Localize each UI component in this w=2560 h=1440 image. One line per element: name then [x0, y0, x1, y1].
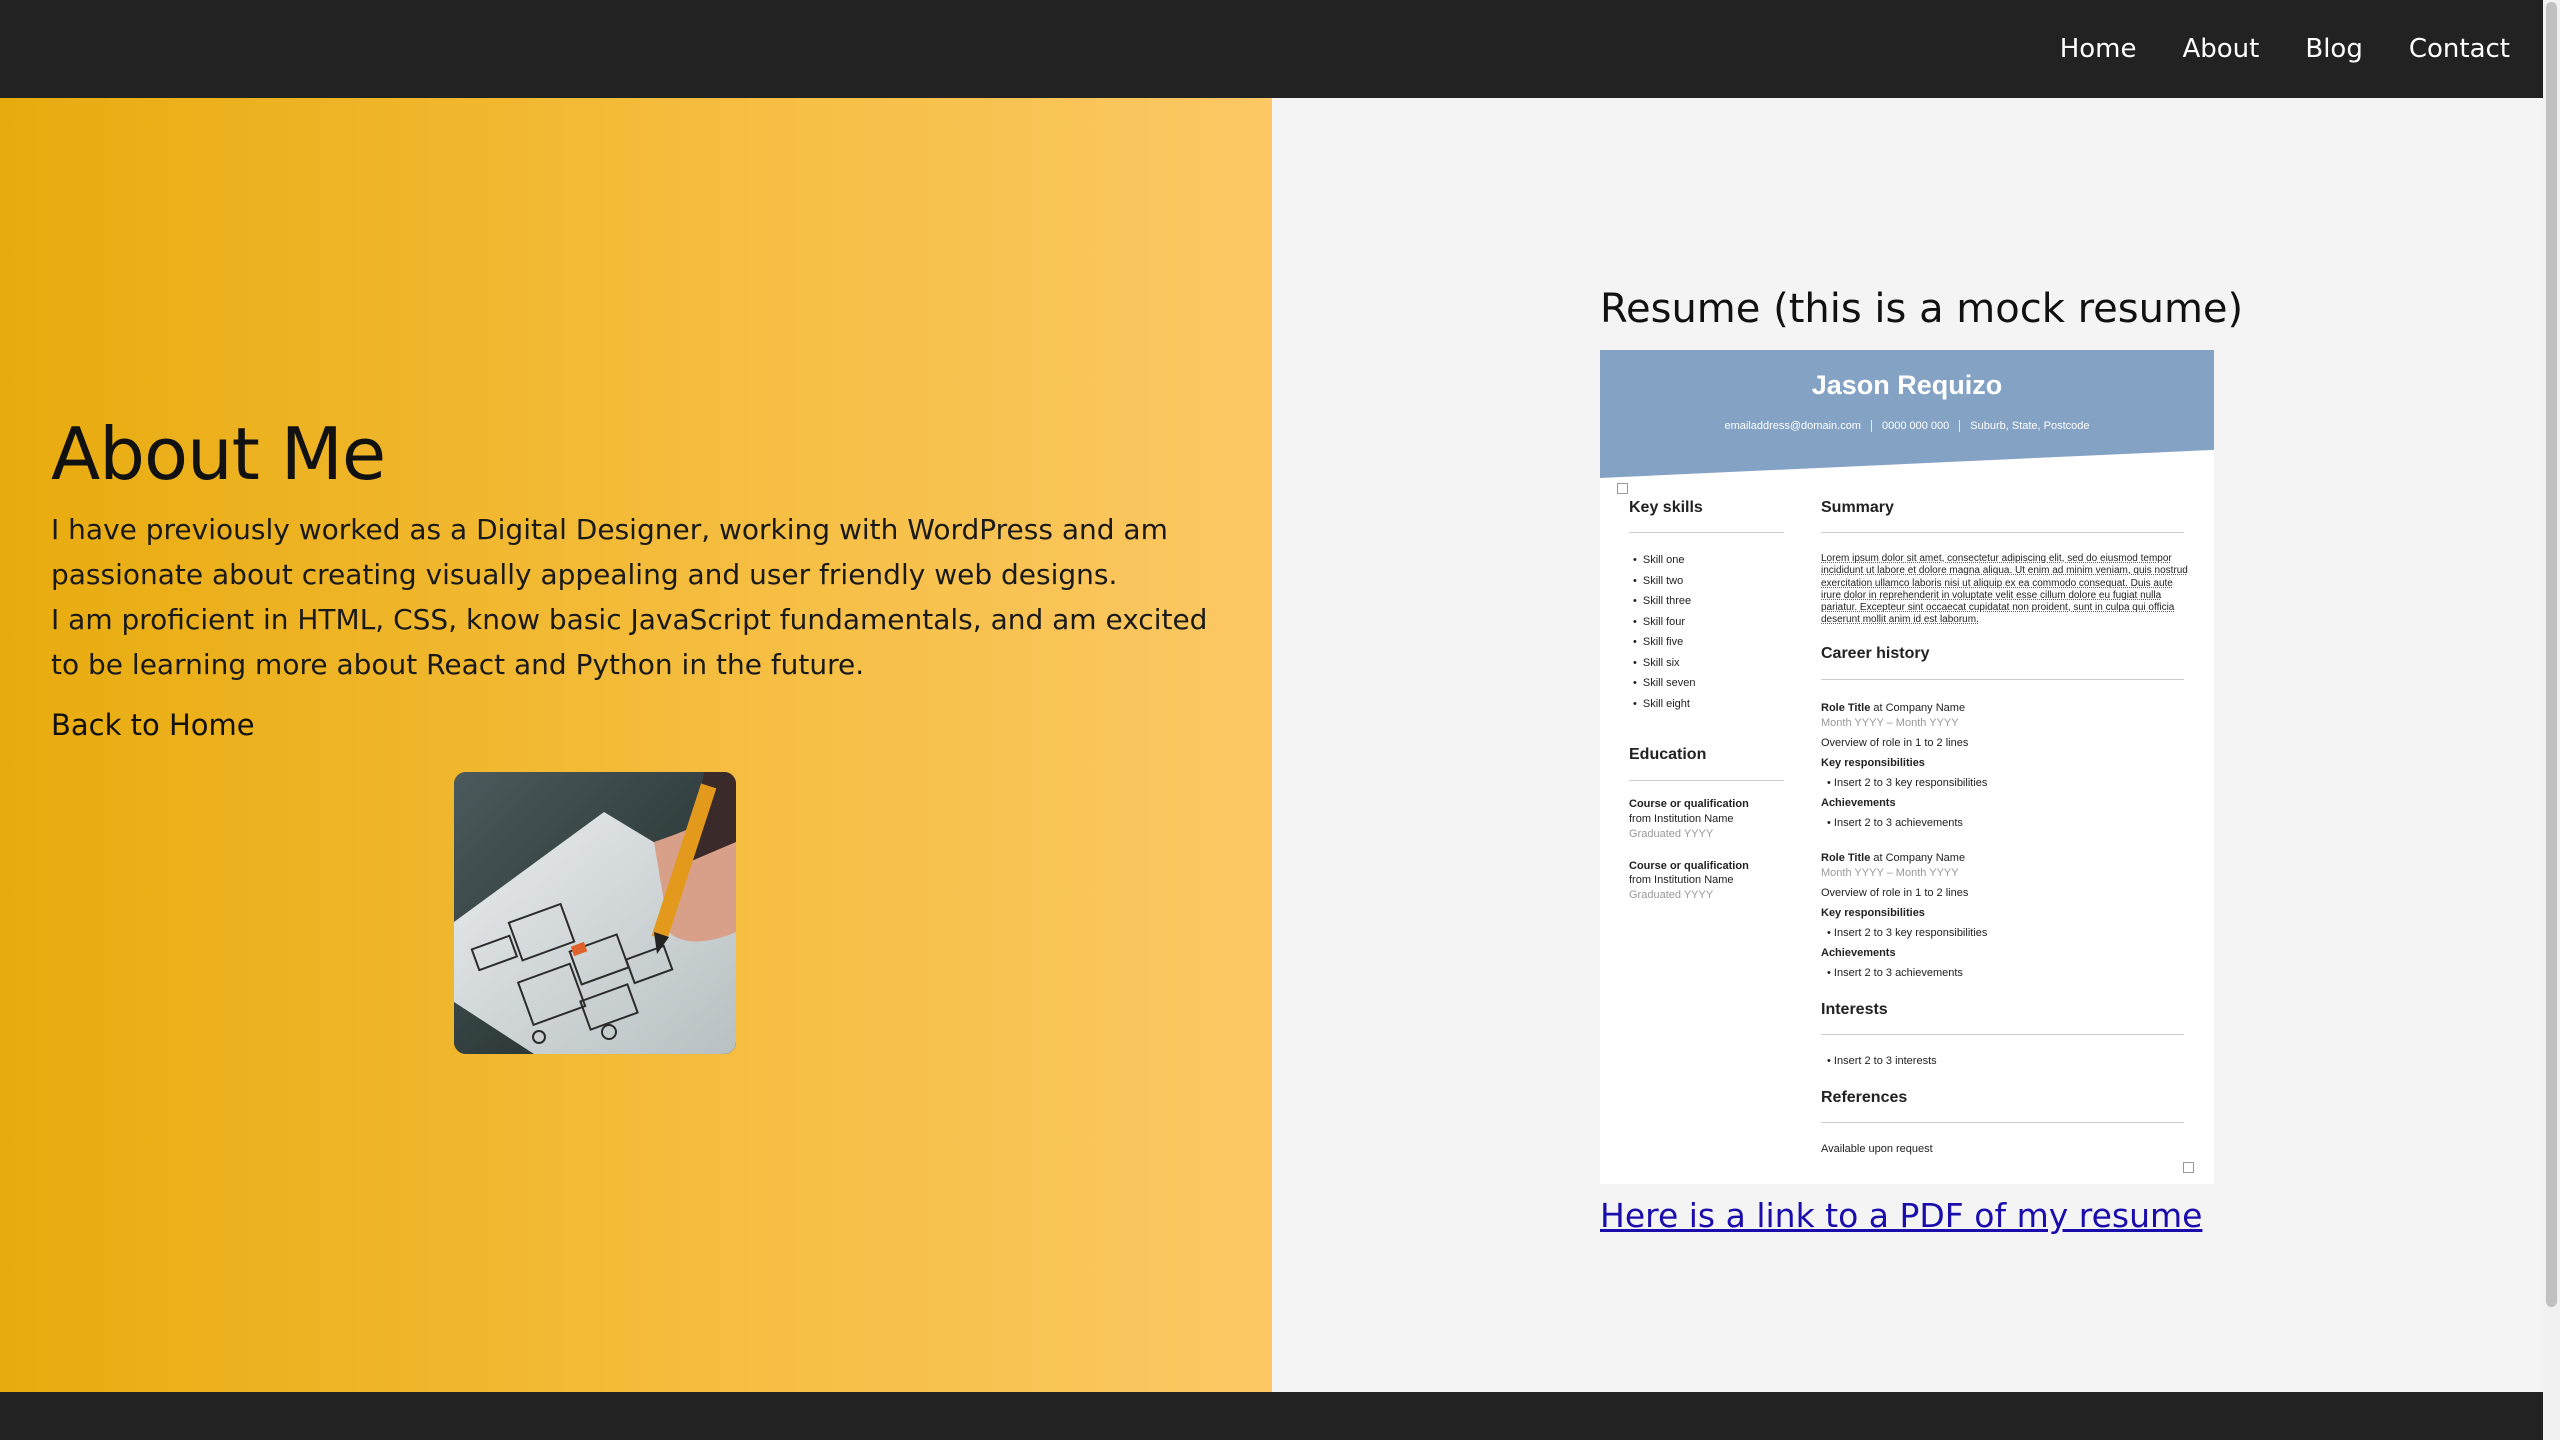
divider [1821, 532, 2184, 533]
role-1-dates: Month YYYY – Month YYYY [1821, 717, 1959, 729]
list-item: Skill two [1633, 571, 1695, 592]
role-1-responsibilities: • Insert 2 to 3 key responsibilities [1827, 777, 1988, 789]
role-1-achievements: • Insert 2 to 3 achievements [1827, 817, 1963, 829]
list-item: Skill three [1633, 591, 1695, 612]
education-2-institution: from Institution Name [1629, 874, 1734, 886]
divider [1821, 679, 2184, 680]
resume-image: Jason Requizo emailaddress@domain.com 000… [1600, 350, 2214, 1184]
references-heading: References [1821, 1089, 1908, 1106]
role-2-company: at Company Name [1870, 852, 1966, 864]
resume-phone: 0000 000 000 [1870, 420, 1960, 432]
nav-about-link[interactable]: About [2182, 34, 2259, 64]
list-item: Skill seven [1633, 673, 1696, 694]
education-2-course: Course or qualification [1629, 860, 1749, 872]
about-text: I have previously worked as a Digital De… [51, 507, 1241, 687]
summary-text: Lorem ipsum dolor sit amet, consectetur … [1821, 553, 2188, 626]
resume-name: Jason Requizo [1811, 370, 2003, 400]
interests-heading: Interests [1821, 1001, 1888, 1018]
role-2-responsibilities-heading: Key responsibilities [1821, 907, 1925, 919]
resume-corner-icon [2183, 1162, 2194, 1173]
education-1-course: Course or qualification [1629, 798, 1749, 810]
role-2-name: Role Title [1821, 852, 1871, 864]
list-item: Skill eight [1633, 694, 1695, 715]
skills-list: Skill one Skill two Skill three Skill fo… [1633, 550, 1696, 715]
nav-contact-link[interactable]: Contact [2409, 34, 2510, 64]
about-title: About Me [51, 412, 386, 496]
resume-address: Suburb, State, Postcode [1959, 420, 2100, 432]
resume-email: emailaddress@domain.com [1724, 420, 1861, 432]
role-1-company: at Company Name [1870, 702, 1966, 714]
role-2-achievements-text: Insert 2 to 3 achievements [1833, 967, 1963, 979]
role-1-responsibilities-heading: Key responsibilities [1821, 757, 1925, 769]
divider [1629, 780, 1784, 781]
about-paragraph-2: I am proficient in HTML, CSS, know basic… [51, 603, 1208, 681]
role-2-overview: Overview of role in 1 to 2 lines [1821, 887, 1969, 899]
education-2-graduated: Graduated YYYY [1629, 889, 1714, 901]
role-1-achievements-heading: Achievements [1821, 797, 1896, 809]
back-to-home-link[interactable]: Back to Home [51, 708, 255, 742]
list-item: Skill four [1633, 612, 1695, 633]
references-text: Available upon request [1821, 1143, 1933, 1155]
nav-links: Home About Blog Contact [2014, 0, 2510, 98]
interests-item: • Insert 2 to 3 interests [1827, 1055, 1937, 1067]
scrollbar-thumb[interactable] [2546, 2, 2557, 1307]
footer [0, 1392, 2543, 1440]
role-2-responsibilities-text: Insert 2 to 3 key responsibilities [1833, 927, 1988, 939]
education-1-institution: from Institution Name [1629, 813, 1734, 825]
resume-contact: emailaddress@domain.com 0000 000 000 Subur… [1600, 420, 2214, 432]
list-item: Skill five [1633, 632, 1695, 653]
divider [1629, 532, 1784, 533]
list-item: Skill six [1633, 653, 1695, 674]
about-paragraph-1: I have previously worked as a Digital De… [51, 513, 1168, 591]
key-skills-heading: Key skills [1629, 499, 1703, 516]
divider [1821, 1122, 2184, 1123]
role-2-responsibilities: • Insert 2 to 3 key responsibilities [1827, 927, 1988, 939]
resume-header: Jason Requizo emailaddress@domain.com 000… [1600, 350, 2214, 478]
summary-heading: Summary [1821, 499, 1894, 516]
designer-sketch-photo [454, 772, 736, 1054]
role-1-achievements-text: Insert 2 to 3 achievements [1833, 817, 1963, 829]
career-history-heading: Career history [1821, 645, 1930, 662]
role-2-title: Role Title at Company Name [1821, 852, 1965, 864]
role-2-dates: Month YYYY – Month YYYY [1821, 867, 1959, 879]
education-1-graduated: Graduated YYYY [1629, 828, 1714, 840]
role-2-achievements-heading: Achievements [1821, 947, 1896, 959]
list-item: Skill one [1633, 550, 1695, 571]
role-1-responsibilities-text: Insert 2 to 3 key responsibilities [1833, 777, 1988, 789]
sketch-illustration [454, 772, 736, 1054]
about-panel [0, 98, 1272, 1392]
navbar: Home About Blog Contact [0, 0, 2543, 98]
resume-pdf-link[interactable]: Here is a link to a PDF of my resume [1600, 1196, 2202, 1235]
nav-home-link[interactable]: Home [2060, 34, 2137, 64]
role-2-achievements: • Insert 2 to 3 achievements [1827, 967, 1963, 979]
interests-text: Insert 2 to 3 interests [1833, 1055, 1937, 1067]
resume-title: Resume (this is a mock resume) [1600, 286, 2244, 332]
role-1-name: Role Title [1821, 702, 1871, 714]
role-1-title: Role Title at Company Name [1821, 702, 1965, 714]
education-heading: Education [1629, 746, 1707, 763]
resume-expand-icon [1617, 483, 1628, 494]
nav-blog-link[interactable]: Blog [2305, 34, 2362, 64]
divider [1821, 1034, 2184, 1035]
role-1-overview: Overview of role in 1 to 2 lines [1821, 737, 1969, 749]
